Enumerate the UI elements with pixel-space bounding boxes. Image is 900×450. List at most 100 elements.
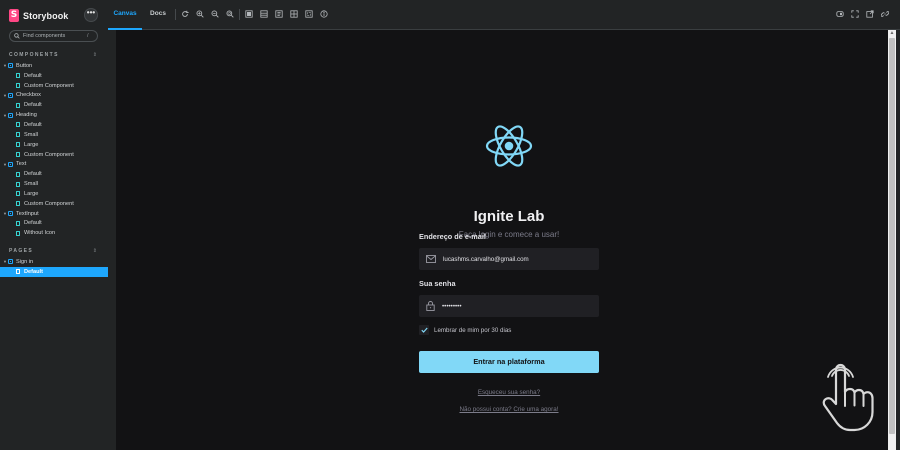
tree-label: Default bbox=[24, 72, 42, 79]
pages-section-header[interactable]: PAGES ⇕ bbox=[9, 248, 97, 254]
email-field[interactable]: lucashms.carvalho@gmail.com bbox=[419, 248, 599, 270]
tree-label: Default bbox=[24, 121, 42, 128]
story-icon bbox=[16, 181, 20, 187]
tree-story-textinput-without-icon[interactable]: Without Icon bbox=[0, 228, 108, 238]
scrollbar-thumb[interactable] bbox=[889, 38, 895, 434]
scroll-up-icon[interactable]: ▲ bbox=[889, 30, 895, 36]
preview-scrollbar[interactable]: ▲ bbox=[888, 30, 896, 450]
tree-story-text-default[interactable]: Default bbox=[0, 169, 108, 179]
tree-label: Large bbox=[24, 190, 39, 197]
tree-label: Custom Component bbox=[24, 200, 74, 207]
component-icon bbox=[8, 259, 13, 265]
password-label: Sua senha bbox=[419, 279, 456, 288]
tree-story-text-custom[interactable]: Custom Component bbox=[0, 199, 108, 209]
reload-icon[interactable] bbox=[181, 10, 189, 18]
sidebar: S Storybook ••• / COMPONENTS ⇕ ▼ Button … bbox=[0, 0, 108, 450]
preview-canvas: Ignite Lab Faça login e comece a usar! E… bbox=[116, 30, 888, 450]
lock-icon bbox=[426, 301, 435, 311]
collapse-all-icon[interactable]: ⇕ bbox=[93, 248, 97, 254]
tree-label: Button bbox=[16, 62, 33, 69]
component-icon bbox=[8, 63, 13, 69]
story-icon bbox=[16, 171, 20, 177]
tree-story-heading-large[interactable]: Large bbox=[0, 140, 108, 150]
zoom-out-icon[interactable] bbox=[211, 10, 219, 18]
tree-story-text-small[interactable]: Small bbox=[0, 179, 108, 189]
story-icon bbox=[16, 142, 20, 148]
copy-link-icon[interactable] bbox=[881, 10, 889, 18]
password-field[interactable]: ••••••••• bbox=[419, 295, 599, 317]
component-icon bbox=[8, 92, 13, 98]
expand-icon[interactable] bbox=[851, 10, 859, 18]
layout-icon[interactable] bbox=[305, 10, 313, 18]
story-icon bbox=[16, 220, 20, 226]
story-icon bbox=[16, 102, 20, 108]
toolbar: Canvas Docs bbox=[108, 0, 900, 30]
tree-story-heading-default[interactable]: Default bbox=[0, 120, 108, 130]
email-label: Endereço de e-mail bbox=[419, 232, 486, 241]
components-section-header[interactable]: COMPONENTS ⇕ bbox=[9, 52, 97, 58]
tree-story-heading-custom[interactable]: Custom Component bbox=[0, 150, 108, 160]
tree-label: Default bbox=[24, 171, 42, 178]
storybook-brand[interactable]: S Storybook bbox=[9, 9, 68, 22]
open-new-tab-icon[interactable] bbox=[866, 10, 874, 18]
tree-component-textinput[interactable]: ▼ TextInput bbox=[0, 209, 108, 219]
fullscreen-icon[interactable] bbox=[836, 10, 844, 18]
tree-label: Large bbox=[24, 141, 39, 148]
tree-label: Small bbox=[24, 181, 38, 188]
zoom-reset-icon[interactable] bbox=[226, 10, 234, 18]
search-input[interactable] bbox=[23, 33, 87, 39]
toolbar-divider bbox=[239, 9, 240, 20]
tree-story-button-default[interactable]: Default bbox=[0, 71, 108, 81]
forgot-password-link[interactable]: Esqueceu sua senha? bbox=[409, 389, 609, 396]
tree-story-button-custom[interactable]: Custom Component bbox=[0, 81, 108, 91]
tree-label: Default bbox=[24, 102, 42, 109]
tree-component-sign-in[interactable]: ▼ Sign in bbox=[0, 257, 108, 267]
story-icon bbox=[16, 152, 20, 158]
tree-story-textinput-default[interactable]: Default bbox=[0, 219, 108, 229]
tree-component-checkbox[interactable]: ▼ Checkbox bbox=[0, 91, 108, 101]
story-icon bbox=[16, 132, 20, 138]
collapse-all-icon[interactable]: ⇕ bbox=[93, 52, 97, 58]
pages-tree: ▼ Sign in Default bbox=[0, 257, 108, 277]
tree-label: Custom Component bbox=[24, 82, 74, 89]
remember-me[interactable]: Lembrar de mim por 30 dias bbox=[419, 325, 511, 335]
search-box[interactable]: / bbox=[9, 30, 98, 42]
story-icon bbox=[16, 122, 20, 128]
storybook-logo-icon: S bbox=[9, 9, 19, 22]
react-logo-icon bbox=[485, 125, 533, 167]
tab-canvas[interactable]: Canvas bbox=[108, 0, 142, 30]
brand-title: Storybook bbox=[23, 10, 69, 21]
story-icon bbox=[16, 191, 20, 197]
tree-story-heading-small[interactable]: Small bbox=[0, 130, 108, 140]
tree-label: Without Icon bbox=[24, 230, 56, 237]
signup-link[interactable]: Não possui conta? Crie uma agora! bbox=[409, 406, 609, 413]
story-icon bbox=[16, 269, 20, 275]
tree-label: TextInput bbox=[16, 210, 39, 217]
sign-in-button[interactable]: Entrar na plataforma bbox=[419, 351, 599, 373]
accessibility-icon[interactable] bbox=[320, 10, 328, 18]
tree-story-sign-in-default[interactable]: Default bbox=[0, 266, 108, 277]
tree-component-text[interactable]: ▼ Text bbox=[0, 159, 108, 169]
tree-story-text-large[interactable]: Large bbox=[0, 189, 108, 199]
components-heading: COMPONENTS bbox=[9, 52, 59, 58]
outline-icon[interactable] bbox=[290, 10, 298, 18]
tree-component-button[interactable]: ▼ Button bbox=[0, 61, 108, 71]
tree-label: Heading bbox=[16, 112, 37, 119]
component-icon bbox=[8, 161, 13, 167]
remember-checkbox[interactable] bbox=[419, 325, 429, 335]
background-grid-icon[interactable] bbox=[245, 10, 253, 18]
measure-icon[interactable] bbox=[275, 10, 283, 18]
components-tree: ▼ Button Default Custom Component ▼ Chec… bbox=[0, 61, 108, 238]
story-icon bbox=[16, 73, 20, 79]
tree-component-heading[interactable]: ▼ Heading bbox=[0, 110, 108, 120]
tree-story-checkbox-default[interactable]: Default bbox=[0, 100, 108, 110]
component-icon bbox=[8, 211, 13, 217]
story-icon bbox=[16, 201, 20, 207]
page-title: Ignite Lab bbox=[473, 208, 545, 225]
viewport-icon[interactable] bbox=[260, 10, 268, 18]
sidebar-menu-button[interactable]: ••• bbox=[84, 8, 98, 22]
zoom-in-icon[interactable] bbox=[196, 10, 204, 18]
tree-label: Custom Component bbox=[24, 151, 74, 158]
tab-docs[interactable]: Docs bbox=[145, 0, 171, 30]
check-icon bbox=[420, 327, 428, 333]
